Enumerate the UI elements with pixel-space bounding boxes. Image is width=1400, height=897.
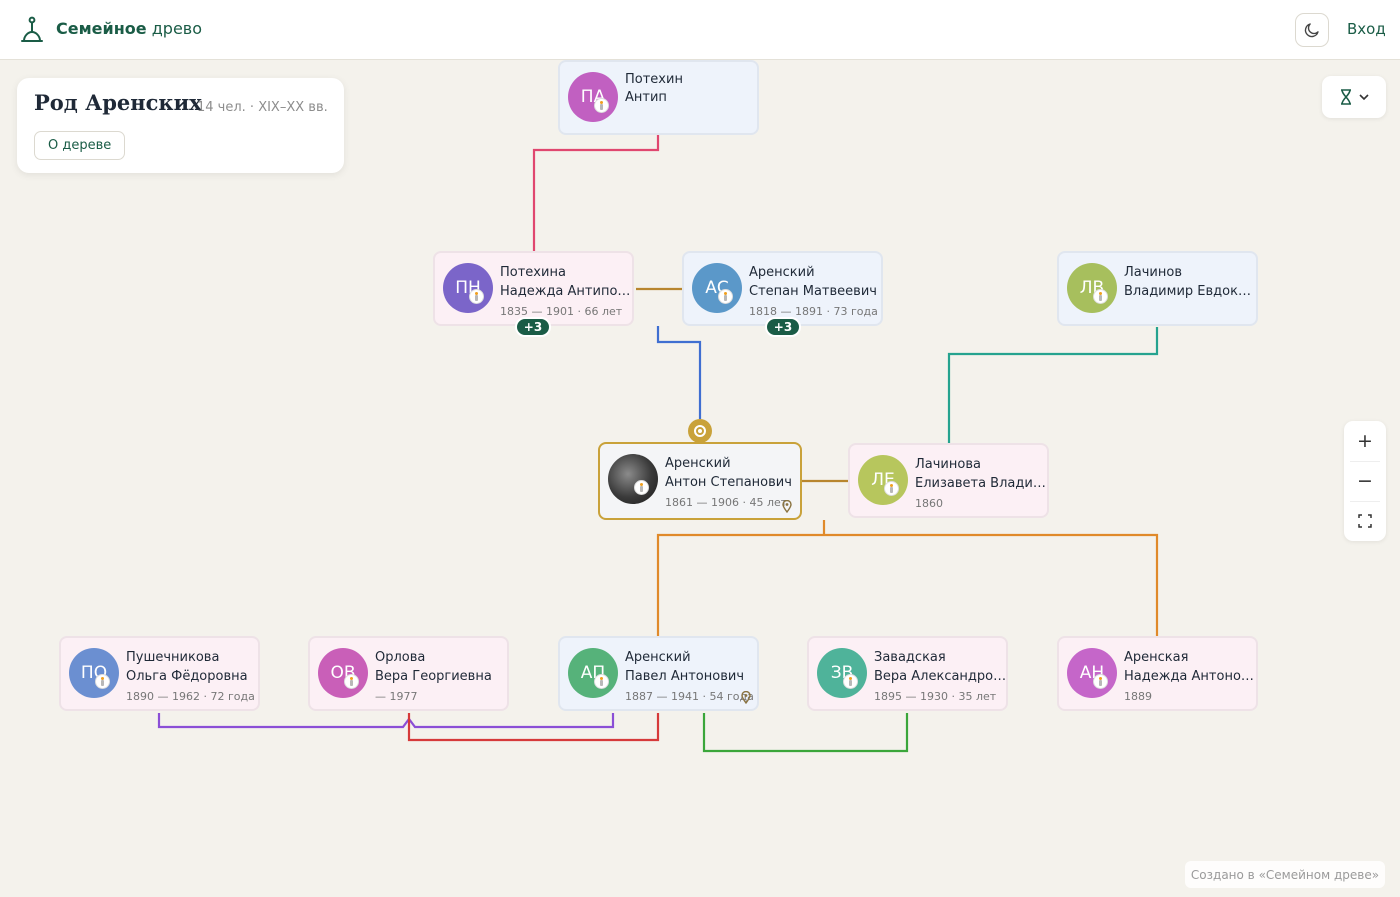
person-surname: Орлова [375, 650, 426, 665]
link-pavel-olga [157, 713, 615, 729]
person-given-name: Вера Александровна [874, 669, 1007, 684]
tree-title: Род Аренских [34, 90, 202, 115]
family-tree-logo-icon[interactable] [20, 16, 44, 44]
person-dates: 1890 — 1962 · 72 года [126, 690, 255, 703]
person-given-name: Степан Матвеевич [749, 284, 877, 299]
memorial-candle-icon [594, 674, 609, 689]
memorial-candle-icon [95, 674, 110, 689]
person-dates: 1887 — 1941 · 54 года [625, 690, 754, 703]
person-given-name: Ольга Фёдоровна [126, 669, 248, 684]
memorial-candle-icon [718, 289, 733, 304]
person-avatar: ПН [443, 263, 493, 313]
location-pin-icon [782, 500, 792, 513]
person-dates: 1835 — 1901 · 66 лет [500, 305, 623, 318]
brand-name[interactable]: Семейное древо [56, 19, 202, 38]
tree-subtitle: 14 чел. · XIX–XX вв. [197, 100, 328, 115]
fullscreen-button[interactable] [1344, 501, 1386, 541]
link-potekhin-to-nadezhda [532, 135, 660, 252]
memorial-candle-icon [884, 481, 899, 496]
link-stepan-to-anton [656, 326, 702, 419]
person-surname: Потехина [500, 265, 566, 280]
person-dates: 1895 — 1930 · 35 лет [874, 690, 997, 703]
memorial-candle-icon [469, 289, 484, 304]
link-anton-children [656, 520, 1159, 637]
expand-relatives-button[interactable]: +3 [515, 317, 551, 337]
brand-bold: Семейное [56, 19, 147, 38]
person-card-arensky-anton[interactable]: Аренский Антон Степанович 1861 — 1906 · … [598, 442, 802, 520]
person-card-arenskaya-nadezhda[interactable]: АН Аренская Надежда Антоновна 1889 [1057, 636, 1258, 711]
person-avatar: АС [692, 263, 742, 313]
person-dates: 1889 [1124, 690, 1152, 703]
person-given-name: Антип [625, 90, 667, 105]
expand-relatives-button[interactable]: +3 [765, 317, 801, 337]
memorial-candle-icon [1093, 289, 1108, 304]
person-surname: Аренский [665, 456, 731, 471]
theme-toggle-button[interactable] [1295, 13, 1329, 47]
login-link[interactable]: Вход [1347, 20, 1386, 38]
location-pin-icon [741, 691, 751, 704]
person-card-potekhina-nadezhda[interactable]: ПН Потехина Надежда Антиповна 1835 — 190… [433, 251, 634, 326]
person-card-pushechnikova-olga[interactable]: ПО Пушечникова Ольга Фёдоровна 1890 — 19… [59, 636, 260, 711]
person-avatar: ЛВ [1067, 263, 1117, 313]
person-avatar: АН [1067, 648, 1117, 698]
zoom-out-button[interactable]: − [1344, 461, 1386, 501]
focus-person-icon [688, 419, 712, 443]
chevron-down-icon [1359, 94, 1369, 101]
expand-icon [1358, 514, 1372, 528]
tree-info-panel: Род Аренских 14 чел. · XIX–XX вв. О дере… [17, 78, 344, 173]
zoom-in-button[interactable]: + [1344, 421, 1386, 461]
person-card-orlova-vera[interactable]: ОВ Орлова Вера Георгиевна — 1977 [308, 636, 509, 711]
person-given-name: Вера Георгиевна [375, 669, 492, 684]
memorial-candle-icon [1093, 674, 1108, 689]
person-avatar: ПА [568, 72, 618, 122]
person-dates: 1861 — 1906 · 45 лет [665, 496, 788, 509]
person-photo-avatar [608, 454, 658, 504]
link-lachinov-to-elizaveta [947, 327, 1159, 444]
person-given-name: Антон Степанович [665, 475, 792, 490]
person-surname: Лачинов [1124, 265, 1182, 280]
app-header: Семейное древо Вход [0, 0, 1400, 60]
person-avatar: ЛЕ [858, 455, 908, 505]
person-card-arensky-pavel[interactable]: АП Аренский Павел Антонович 1887 — 1941 … [558, 636, 759, 711]
person-dates: — 1977 [375, 690, 418, 703]
zoom-controls: + − [1344, 421, 1386, 541]
person-surname: Аренская [1124, 650, 1189, 665]
person-given-name: Елизавета Владимировна [915, 476, 1048, 491]
person-card-zavadskaya-vera[interactable]: ЗВ Завадская Вера Александровна 1895 — 1… [807, 636, 1008, 711]
person-given-name: Надежда Антоновна [1124, 669, 1257, 684]
brand-rest: древо [151, 19, 203, 38]
person-card-lachinova-elizaveta[interactable]: ЛЕ Лачинова Елизавета Владимировна 1860 [848, 443, 1049, 518]
memorial-candle-icon [594, 98, 609, 113]
person-dates: 1818 — 1891 · 73 года [749, 305, 878, 318]
about-tree-button[interactable]: О дереве [34, 131, 126, 160]
person-surname: Лачинова [915, 457, 981, 472]
person-surname: Аренский [749, 265, 815, 280]
timeline-filter-button[interactable] [1322, 76, 1386, 118]
person-surname: Пушечникова [126, 650, 220, 665]
person-card-potekhin-antip[interactable]: ПА Потехин Антип [558, 60, 759, 135]
person-surname: Потехин [625, 72, 683, 87]
person-given-name: Павел Антонович [625, 669, 745, 684]
person-given-name: Владимир Евдокимович [1124, 284, 1257, 299]
memorial-candle-icon [634, 480, 649, 495]
person-dates: 1860 [915, 497, 943, 510]
link-pavel-zavadskaya [702, 713, 909, 753]
person-avatar: ЗВ [817, 648, 867, 698]
memorial-candle-icon [344, 674, 359, 689]
person-surname: Аренский [625, 650, 691, 665]
person-card-arensky-stepan[interactable]: АС Аренский Степан Матвеевич 1818 — 1891… [682, 251, 883, 326]
person-given-name: Надежда Антиповна [500, 284, 633, 299]
person-avatar: ПО [69, 648, 119, 698]
person-card-lachinov-vladimir[interactable]: ЛВ Лачинов Владимир Евдокимович [1057, 251, 1258, 326]
person-surname: Завадская [874, 650, 946, 665]
hourglass-icon [1341, 89, 1351, 105]
created-with-badge[interactable]: Создано в «Семейном древе» [1185, 861, 1385, 888]
memorial-candle-icon [843, 674, 858, 689]
person-avatar: АП [568, 648, 618, 698]
person-avatar: ОВ [318, 648, 368, 698]
moon-icon [1304, 23, 1319, 38]
